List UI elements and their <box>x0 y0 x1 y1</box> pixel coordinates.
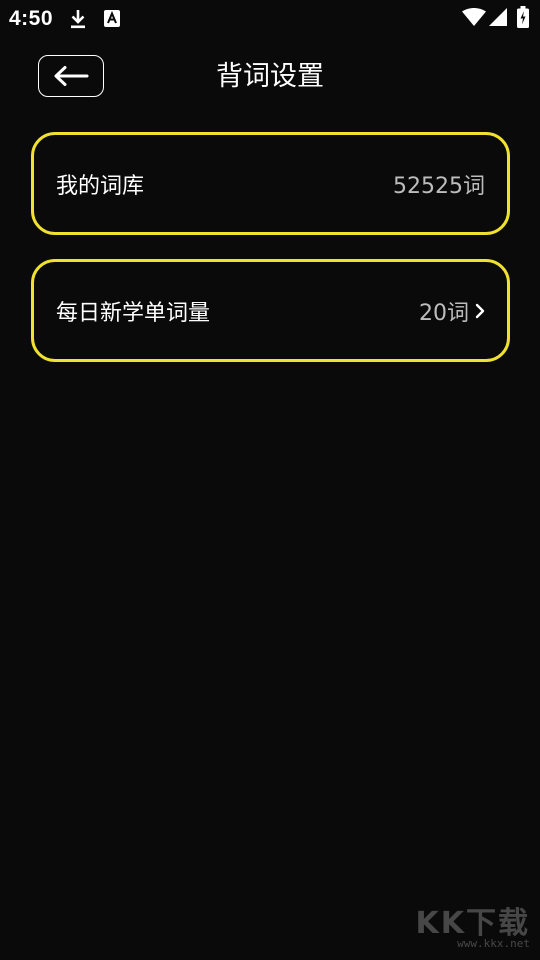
watermark: KK下载 www.kkx.net <box>410 898 531 950</box>
download-icon <box>71 10 85 29</box>
text-a-icon <box>104 10 120 27</box>
my-wordbank-value-wrap: 52525词 <box>393 168 485 200</box>
page-title: 背词设置 <box>216 61 324 92</box>
my-wordbank-row[interactable]: 我的词库 52525词 <box>31 132 510 235</box>
daily-new-words-value: 20词 <box>419 300 469 326</box>
watermark-url: www.kkx.net <box>457 937 530 950</box>
battery-charging-icon <box>517 6 529 28</box>
my-wordbank-label: 我的词库 <box>56 173 145 199</box>
cell-signal-icon <box>489 8 507 26</box>
chevron-right-icon <box>475 303 485 318</box>
status-bar: 4:50 <box>0 0 540 36</box>
daily-new-words-label: 每日新学单词量 <box>56 300 211 326</box>
wifi-icon <box>462 8 486 26</box>
screen: 4:50 背词设置 我的词库 52525词 每日新学单词量 20词 KK下载 w… <box>0 0 540 960</box>
status-time: 4:50 <box>9 7 54 30</box>
my-wordbank-value: 52525词 <box>393 173 485 199</box>
daily-new-words-row[interactable]: 每日新学单词量 20词 <box>31 259 510 362</box>
watermark-logo: KK下载 <box>415 906 530 941</box>
daily-new-words-value-wrap: 20词 <box>419 295 485 327</box>
